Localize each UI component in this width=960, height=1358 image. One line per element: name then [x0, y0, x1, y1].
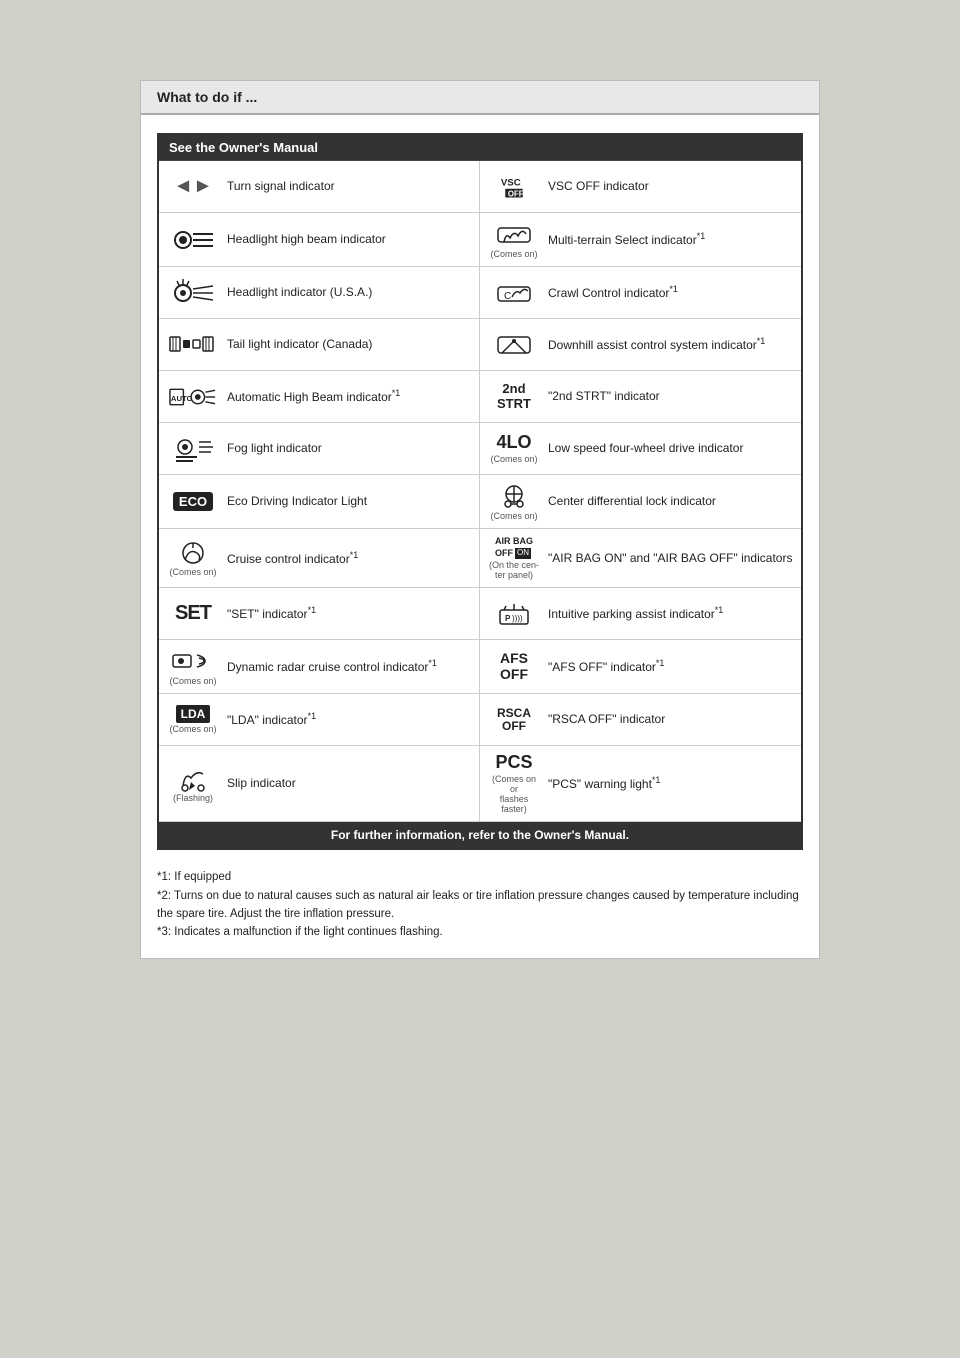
indicator-airbag: AIR BAG OFF ON (On the cen-ter panel) "A…: [480, 529, 801, 588]
indicator-intuitive: P )))) Intuitive parking assist indicato…: [480, 588, 801, 640]
footnote-1: *1: If equipped: [157, 868, 803, 886]
intuitive-icon: P )))): [488, 600, 540, 628]
indicator-headlight-high: Headlight high beam indicator: [159, 213, 480, 267]
dynamic-radar-icon: (Comes on): [167, 647, 219, 686]
header-title: What to do if ...: [157, 89, 257, 105]
tail-light-label: Tail light indicator (Canada): [227, 336, 372, 353]
slip-label: Slip indicator: [227, 775, 296, 792]
indicator-turn-signal: ◄► Turn signal indicator: [159, 161, 480, 213]
indicator-center-diff: (Comes on) Center differential lock indi…: [480, 475, 801, 529]
svg-text:VSC: VSC: [501, 177, 521, 188]
indicator-cruise: (Comes on) Cruise control indicator*1: [159, 529, 480, 588]
rsca-off-label: "RSCA OFF" indicator: [548, 711, 665, 728]
indicator-crawl: C Crawl Control indicator*1: [480, 267, 801, 319]
cruise-icon: (Comes on): [167, 540, 219, 577]
2nd-strt-icon: 2nd STRT: [488, 382, 540, 411]
turn-signal-icon: ◄►: [167, 175, 219, 198]
vsc-off-icon: VSC OFF: [488, 173, 540, 201]
indicator-4lo: 4LO (Comes on) Low speed four-wheel driv…: [480, 423, 801, 475]
main-box: See the Owner's Manual ◄► Turn signal in…: [157, 133, 803, 850]
indicators-grid: ◄► Turn signal indicator VSC OFF VSC OFF…: [159, 160, 801, 822]
downhill-icon: [488, 331, 540, 359]
footnote-3: *3: Indicates a malfunction if the light…: [157, 923, 803, 941]
footer-text: For further information, refer to the Ow…: [331, 828, 629, 842]
section-header: What to do if ...: [141, 81, 819, 115]
indicator-auto-high: AUTO Automatic High Beam indicator*1: [159, 371, 480, 423]
turn-signal-label: Turn signal indicator: [227, 178, 335, 195]
dynamic-radar-label: Dynamic radar cruise control indicator*1: [227, 657, 437, 676]
indicator-rsca-off: RSCA OFF "RSCA OFF" indicator: [480, 694, 801, 746]
indicator-multi-terrain: (Comes on) Multi-terrain Select indicato…: [480, 213, 801, 267]
svg-text:AUTO: AUTO: [171, 393, 193, 402]
indicator-vsc-off: VSC OFF VSC OFF indicator: [480, 161, 801, 213]
footnotes: *1: If equipped *2: Turns on due to natu…: [141, 860, 819, 958]
airbag-label: "AIR BAG ON" and "AIR BAG OFF" indicator…: [548, 550, 792, 567]
box-header: See the Owner's Manual: [159, 135, 801, 160]
eco-label: Eco Driving Indicator Light: [227, 493, 367, 510]
4lo-label: Low speed four-wheel drive indicator: [548, 440, 743, 457]
indicator-eco: ECO Eco Driving Indicator Light: [159, 475, 480, 529]
crawl-icon: C: [488, 279, 540, 307]
indicator-dynamic-radar: (Comes on) Dynamic radar cruise control …: [159, 640, 480, 694]
center-diff-label: Center differential lock indicator: [548, 493, 716, 510]
fog-icon: [167, 435, 219, 463]
downhill-label: Downhill assist control system indicator…: [548, 335, 765, 354]
svg-text:)))): )))): [512, 614, 523, 623]
svg-text:OFF: OFF: [508, 189, 524, 198]
indicator-afs-off: AFS OFF "AFS OFF" indicator*1: [480, 640, 801, 694]
indicator-pcs: PCS (Comes on orflashes faster) "PCS" wa…: [480, 746, 801, 822]
headlight-label: Headlight indicator (U.S.A.): [227, 284, 372, 301]
footnote-2: *2: Turns on due to natural causes such …: [157, 887, 803, 924]
lda-icon: LDA (Comes on): [167, 705, 219, 734]
2nd-strt-label: "2nd STRT" indicator: [548, 388, 660, 405]
footer-bar: For further information, refer to the Ow…: [159, 822, 801, 848]
vsc-off-label: VSC OFF indicator: [548, 178, 649, 195]
slip-icon: (Flashing): [167, 764, 219, 803]
fog-label: Fog light indicator: [227, 440, 322, 457]
indicator-set: SET "SET" indicator*1: [159, 588, 480, 640]
pcs-label: "PCS" warning light*1: [548, 774, 660, 793]
set-icon: SET: [167, 602, 219, 625]
eco-icon: ECO: [167, 492, 219, 511]
airbag-icon: AIR BAG OFF ON (On the cen-ter panel): [488, 536, 540, 580]
crawl-label: Crawl Control indicator*1: [548, 283, 678, 302]
page-container: What to do if ... See the Owner's Manual…: [140, 80, 820, 959]
tail-light-icon: [167, 333, 219, 357]
svg-text:C: C: [504, 291, 511, 302]
auto-high-label: Automatic High Beam indicator*1: [227, 387, 400, 406]
multi-terrain-icon: (Comes on): [488, 220, 540, 259]
headlight-icon: [167, 279, 219, 307]
svg-text:P: P: [505, 614, 511, 623]
4lo-icon: 4LO (Comes on): [488, 433, 540, 464]
indicator-lda: LDA (Comes on) "LDA" indicator*1: [159, 694, 480, 746]
indicator-2nd-strt: 2nd STRT "2nd STRT" indicator: [480, 371, 801, 423]
indicator-tail-light: Tail light indicator (Canada): [159, 319, 480, 371]
indicator-slip: (Flashing) Slip indicator: [159, 746, 480, 822]
pcs-icon: PCS (Comes on orflashes faster): [488, 753, 540, 814]
headlight-high-icon: [167, 226, 219, 254]
indicator-fog: Fog light indicator: [159, 423, 480, 475]
cruise-label: Cruise control indicator*1: [227, 549, 358, 568]
center-diff-icon: (Comes on): [488, 482, 540, 521]
multi-terrain-label: Multi-terrain Select indicator*1: [548, 230, 705, 249]
indicator-downhill: Downhill assist control system indicator…: [480, 319, 801, 371]
lda-label: "LDA" indicator*1: [227, 710, 316, 729]
afs-off-icon: AFS OFF: [488, 651, 540, 682]
headlight-high-label: Headlight high beam indicator: [227, 231, 386, 248]
indicator-headlight: Headlight indicator (U.S.A.): [159, 267, 480, 319]
afs-off-label: "AFS OFF" indicator*1: [548, 657, 664, 676]
intuitive-label: Intuitive parking assist indicator*1: [548, 604, 723, 623]
rsca-off-icon: RSCA OFF: [488, 707, 540, 733]
auto-high-icon: AUTO: [167, 383, 219, 411]
set-label: "SET" indicator*1: [227, 604, 316, 623]
